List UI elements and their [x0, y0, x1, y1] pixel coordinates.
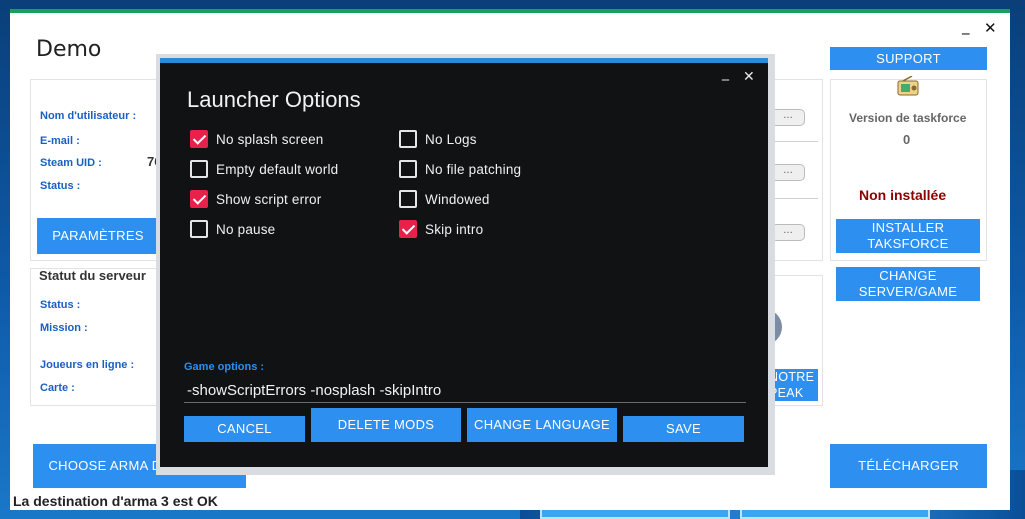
- parametres-button[interactable]: PARAMÈTRES: [37, 218, 159, 254]
- option-skip-intro[interactable]: Skip intro: [399, 219, 483, 239]
- option-label: Empty default world: [216, 161, 339, 177]
- taskforce-version-value: 0: [903, 132, 911, 147]
- change-language-button[interactable]: CHANGE LANGUAGE: [467, 408, 617, 442]
- option-label: No Logs: [425, 131, 477, 147]
- launcher-options-dialog: _ ✕ Launcher Options No splash screen Em…: [160, 58, 768, 467]
- mission-label: Mission :: [40, 322, 88, 334]
- support-button[interactable]: SUPPORT: [830, 47, 987, 70]
- teamspeak-label-1: NOTRE: [769, 370, 815, 384]
- minimize-button[interactable]: _: [962, 17, 970, 35]
- checkbox[interactable]: [190, 130, 208, 148]
- email-label: E-mail :: [40, 135, 80, 147]
- option-windowed[interactable]: Windowed: [399, 189, 490, 209]
- checkbox[interactable]: [190, 190, 208, 208]
- divider: [768, 198, 818, 199]
- option-no-pause[interactable]: No pause: [190, 219, 275, 239]
- game-options-label: Game options :: [184, 361, 265, 373]
- checkbox[interactable]: [190, 220, 208, 238]
- username-label: Nom d'utilisateur :: [40, 110, 137, 122]
- server-section-title: Statut du serveur: [39, 268, 146, 283]
- option-no-splash-screen[interactable]: No splash screen: [190, 129, 324, 149]
- option-label: No pause: [216, 221, 276, 237]
- map-label: Carte :: [40, 382, 75, 394]
- status-message: La destination d'arma 3 est OK: [13, 493, 218, 509]
- option-show-script-error[interactable]: Show script error: [190, 189, 321, 209]
- option-label: Windowed: [425, 191, 490, 207]
- change-server-button[interactable]: CHANGE SERVER/GAME: [836, 267, 980, 301]
- telecharger-button[interactable]: TÉLÉCHARGER: [830, 444, 987, 488]
- close-button[interactable]: ✕: [984, 19, 997, 37]
- divider: [768, 141, 818, 142]
- browse-button[interactable]: ...: [771, 109, 805, 126]
- checkbox[interactable]: [190, 160, 208, 178]
- option-empty-default-world[interactable]: Empty default world: [190, 159, 338, 179]
- game-options-input[interactable]: [184, 379, 746, 403]
- players-online-label: Joueurs en ligne :: [40, 359, 135, 371]
- option-no-logs[interactable]: No Logs: [399, 129, 477, 149]
- option-label: Skip intro: [425, 221, 484, 237]
- user-status-label: Status :: [40, 180, 81, 192]
- radio-icon: [897, 75, 919, 96]
- dialog-close-button[interactable]: ✕: [743, 69, 755, 85]
- save-button[interactable]: SAVE: [623, 416, 744, 442]
- steam-uid-label: Steam UID :: [40, 157, 102, 169]
- checkbox[interactable]: [399, 190, 417, 208]
- delete-mods-button[interactable]: DELETE MODS: [311, 408, 461, 442]
- dialog-title: Launcher Options: [187, 87, 361, 112]
- browse-button[interactable]: ...: [771, 164, 805, 181]
- browse-button[interactable]: ...: [771, 224, 805, 241]
- option-no-file-patching[interactable]: No file patching: [399, 159, 521, 179]
- option-label: No splash screen: [216, 131, 324, 147]
- taskforce-version-label: Version de taskforce: [849, 111, 967, 125]
- option-label: Show script error: [216, 191, 322, 207]
- option-label: No file patching: [425, 161, 522, 177]
- taskforce-status: Non installée: [859, 187, 947, 203]
- dialog-minimize-button[interactable]: _: [722, 65, 729, 81]
- checkbox[interactable]: [399, 160, 417, 178]
- checkbox[interactable]: [399, 220, 417, 238]
- app-title: Demo: [36, 37, 102, 62]
- server-status-label: Status :: [40, 299, 81, 311]
- install-taskforce-button[interactable]: INSTALLER TAKSFORCE: [836, 219, 980, 253]
- cancel-button[interactable]: CANCEL: [184, 416, 305, 442]
- checkbox[interactable]: [399, 130, 417, 148]
